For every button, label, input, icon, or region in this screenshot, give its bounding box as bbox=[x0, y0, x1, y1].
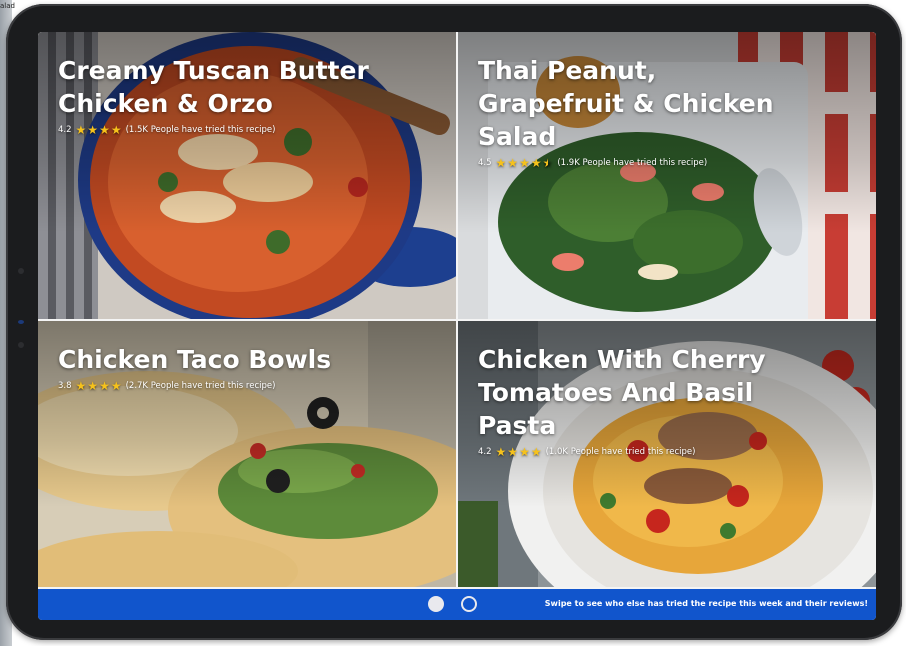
star-icon: ★ bbox=[519, 445, 530, 459]
star-icon: ★ bbox=[110, 379, 122, 393]
rating-value: 4.2 bbox=[478, 447, 492, 457]
tried-count: (2.7K People have tried this recipe) bbox=[125, 381, 276, 391]
recipe-card-thai-salad[interactable]: Thai Peanut, Grapefruit & Chicken Salad … bbox=[458, 32, 876, 319]
tried-count: (1.5K People have tried this recipe) bbox=[125, 125, 276, 135]
star-rating: ★ ★ ★ ★ ★ bbox=[496, 157, 554, 169]
star-icon: ★ bbox=[99, 123, 110, 137]
star-icon: ★ bbox=[495, 445, 507, 459]
recipe-title: Chicken With Cherry Tomatoes And Basil P… bbox=[478, 345, 766, 440]
rating-value: 3.8 bbox=[58, 381, 72, 391]
recipe-title: Thai Peanut, Grapefruit & Chicken Salad bbox=[478, 56, 774, 151]
background-app-text: alad bbox=[0, 2, 15, 10]
footer-bar: Swipe to see who else has tried the reci… bbox=[38, 589, 876, 620]
star-icon: ★ bbox=[507, 445, 519, 459]
star-icon: ★ bbox=[87, 123, 99, 137]
side-button-icon bbox=[18, 342, 24, 348]
recipe-card-cherry-tomato-pasta[interactable]: Chicken With Cherry Tomatoes And Basil P… bbox=[458, 321, 876, 587]
card-content: Creamy Tuscan Butter Chicken & Orzo 4.2 … bbox=[58, 54, 426, 136]
recipe-grid: Creamy Tuscan Butter Chicken & Orzo 4.2 … bbox=[38, 32, 876, 587]
star-rating: ★ ★ ★ ★ bbox=[496, 446, 542, 458]
recipe-title: Creamy Tuscan Butter Chicken & Orzo bbox=[58, 56, 369, 118]
star-icon: ★ bbox=[99, 379, 110, 393]
card-content: Thai Peanut, Grapefruit & Chicken Salad … bbox=[478, 54, 846, 169]
rating-row: 4.2 ★ ★ ★ ★ (1.5K People have tried this… bbox=[58, 124, 426, 136]
rating-row: 4.2 ★ ★ ★ ★ (1.0K People have tried this… bbox=[478, 446, 846, 458]
rating-row: 4.5 ★ ★ ★ ★ ★ (1.9K People have tried th… bbox=[478, 157, 846, 169]
side-indicator-icon bbox=[18, 320, 24, 324]
tried-count: (1.9K People have tried this recipe) bbox=[557, 158, 708, 168]
star-icon: ★ bbox=[75, 379, 87, 393]
half-star-icon: ★ bbox=[543, 157, 554, 169]
rating-row: 3.8 ★ ★ ★ ★ (2.7K People have tried this… bbox=[58, 380, 426, 392]
star-icon: ★ bbox=[530, 156, 542, 170]
tried-count: (1.0K People have tried this recipe) bbox=[545, 447, 696, 457]
page-dot-icon[interactable] bbox=[428, 596, 444, 612]
star-rating: ★ ★ ★ ★ bbox=[76, 380, 122, 392]
star-icon: ★ bbox=[110, 123, 122, 137]
rating-value: 4.5 bbox=[478, 158, 492, 168]
star-rating: ★ ★ ★ ★ bbox=[76, 124, 122, 136]
rating-value: 4.2 bbox=[58, 125, 72, 135]
recipe-title: Chicken Taco Bowls bbox=[58, 345, 332, 374]
page-dot-icon[interactable] bbox=[461, 596, 477, 612]
recipe-card-taco-bowls[interactable]: Chicken Taco Bowls 3.8 ★ ★ ★ ★ (2.7K Peo… bbox=[38, 321, 456, 587]
star-icon: ★ bbox=[75, 123, 87, 137]
card-content: Chicken Taco Bowls 3.8 ★ ★ ★ ★ (2.7K Peo… bbox=[58, 343, 426, 392]
star-icon: ★ bbox=[519, 156, 530, 170]
star-icon: ★ bbox=[87, 379, 99, 393]
recipe-card-tuscan-chicken[interactable]: Creamy Tuscan Butter Chicken & Orzo 4.2 … bbox=[38, 32, 456, 319]
tablet-device: Creamy Tuscan Butter Chicken & Orzo 4.2 … bbox=[6, 4, 902, 640]
star-icon: ★ bbox=[530, 445, 542, 459]
recipe-screen: Creamy Tuscan Butter Chicken & Orzo 4.2 … bbox=[38, 32, 876, 620]
card-content: Chicken With Cherry Tomatoes And Basil P… bbox=[478, 343, 846, 458]
swipe-hint: Swipe to see who else has tried the reci… bbox=[544, 599, 868, 608]
star-icon: ★ bbox=[495, 156, 507, 170]
star-icon: ★ bbox=[507, 156, 519, 170]
side-button-icon bbox=[18, 268, 24, 274]
page-indicator bbox=[428, 596, 477, 612]
